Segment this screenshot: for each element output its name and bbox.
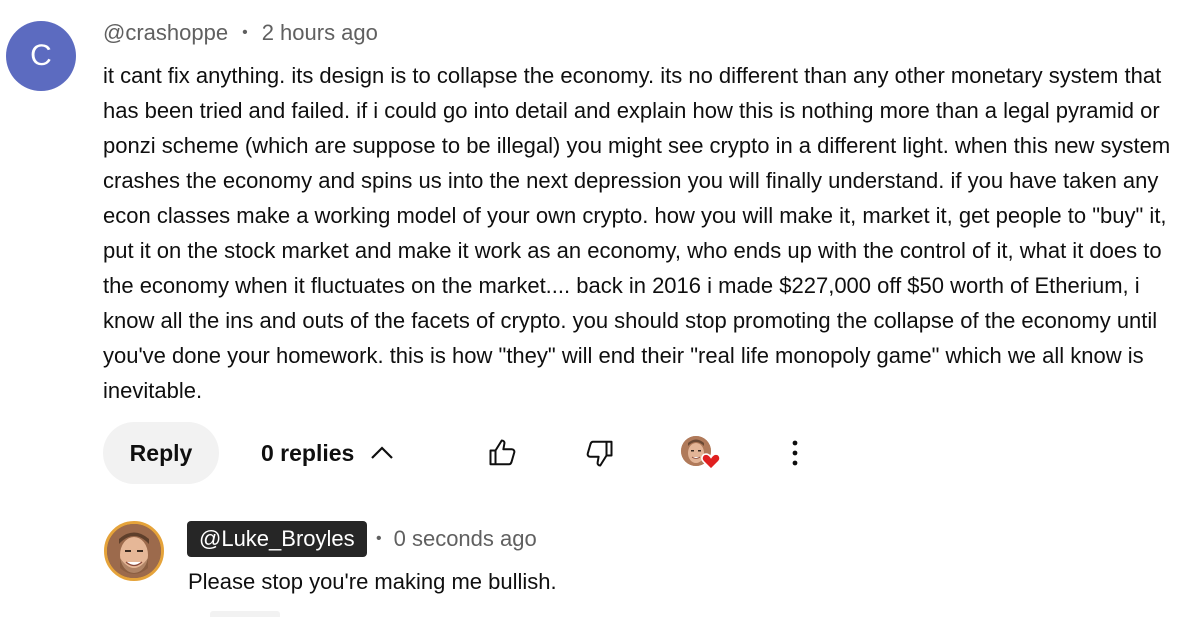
reply-author-avatar[interactable]	[104, 521, 164, 581]
creator-heart-badge[interactable]	[681, 436, 725, 476]
reply-button[interactable]: Reply	[103, 422, 219, 484]
reply-meta: • 0 seconds ago	[376, 526, 537, 552]
comment-timestamp[interactable]: 2 hours ago	[262, 20, 378, 46]
more-vertical-icon	[792, 440, 798, 466]
more-options-button[interactable]	[777, 435, 813, 471]
avatar-letter: C	[30, 39, 52, 72]
replies-count-label: 0 replies	[261, 439, 355, 466]
reply-action-button-edge[interactable]	[210, 611, 280, 617]
reply-meta-separator: •	[376, 530, 382, 547]
reply-author-name: @Luke_Broyles	[199, 526, 355, 551]
commenter-avatar[interactable]: C	[6, 21, 76, 91]
replies-toggle[interactable]: 0 replies	[261, 422, 394, 484]
comment-meta: @crashoppe • 2 hours ago	[103, 20, 378, 46]
creator-heart-icon	[701, 453, 721, 470]
dislike-button[interactable]	[581, 435, 617, 471]
meta-separator: •	[242, 24, 248, 41]
thumbs-up-icon	[489, 439, 516, 466]
reply-text: Please stop you're making me bullish.	[188, 569, 557, 594]
chevron-up-icon	[371, 446, 394, 459]
thumbs-down-icon	[586, 440, 613, 467]
like-button[interactable]	[485, 435, 521, 471]
reply-author-handle[interactable]: @Luke_Broyles	[187, 521, 367, 557]
comment-author[interactable]: @crashoppe	[103, 20, 228, 46]
comment-text: it cant fix anything. its design is to c…	[103, 63, 1171, 403]
reply-timestamp[interactable]: 0 seconds ago	[394, 526, 537, 552]
comment-actions: Reply 0 replies	[103, 422, 1193, 484]
